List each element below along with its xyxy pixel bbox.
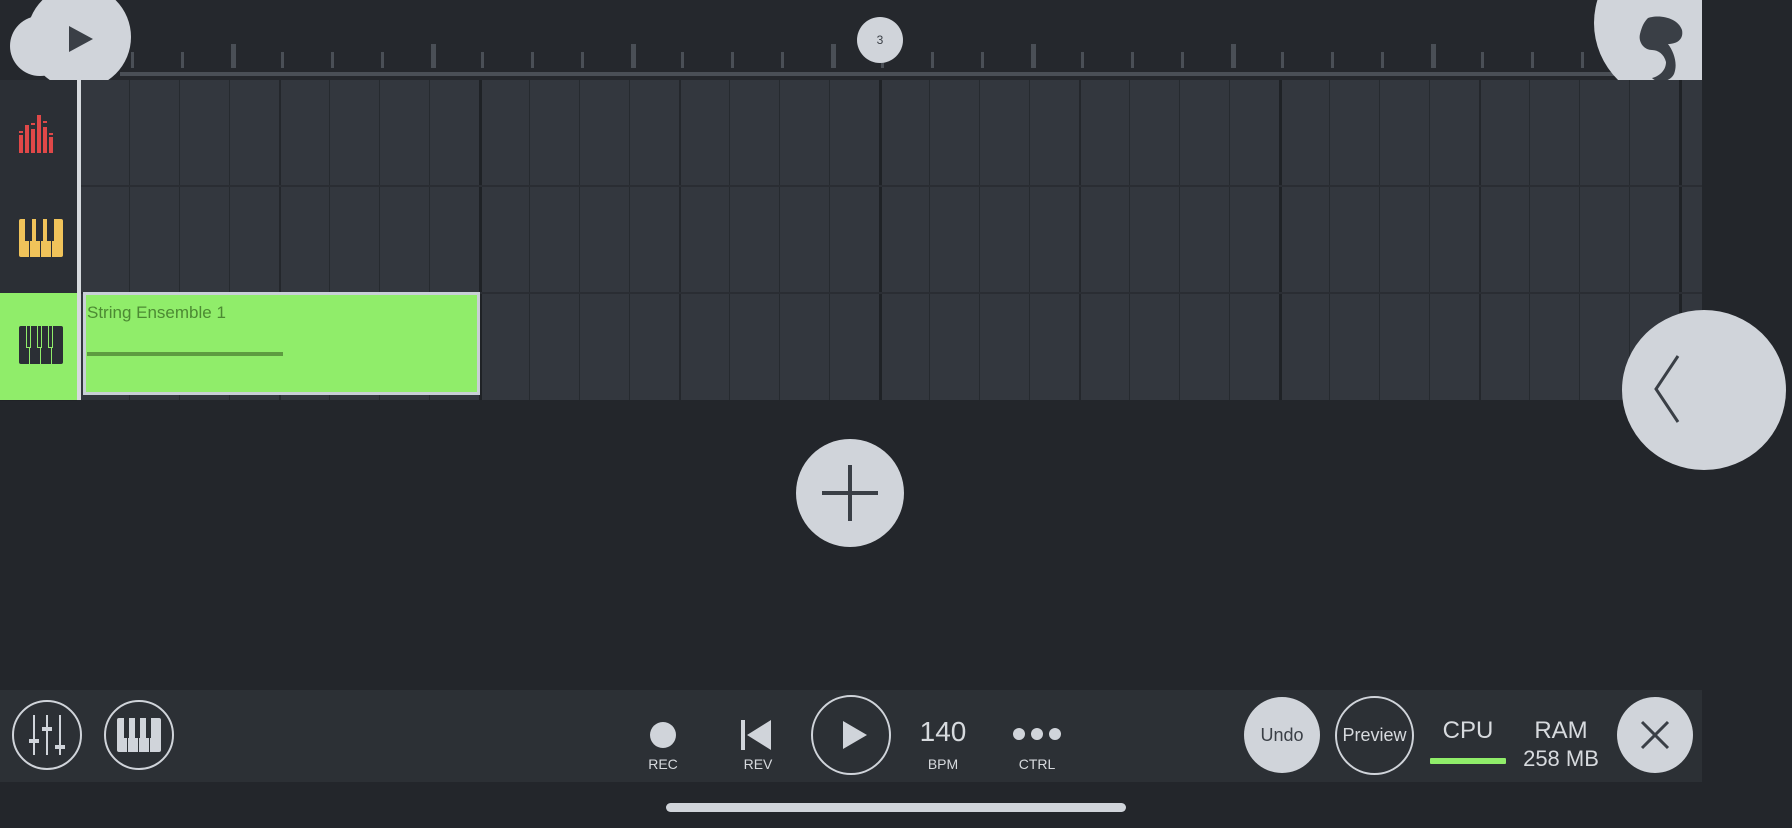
ruler-tick <box>631 44 636 68</box>
preview-button[interactable]: Preview <box>1335 696 1414 775</box>
bpm-label: BPM <box>927 756 959 772</box>
ruler-tick <box>1381 52 1384 68</box>
add-track-button[interactable] <box>796 439 904 547</box>
grid-line <box>1429 80 1430 400</box>
mixer-bars-icon <box>19 115 53 153</box>
ruler-tick <box>1531 52 1534 68</box>
ruler-tick <box>1581 52 1584 68</box>
grid-line <box>1629 80 1630 400</box>
ruler-tick <box>931 52 934 68</box>
ruler-tick <box>831 44 836 68</box>
grid-line <box>929 80 930 400</box>
ruler-tick <box>1031 44 1036 68</box>
grid-line <box>979 80 980 400</box>
playhead[interactable] <box>77 80 81 400</box>
grid-line <box>529 80 530 400</box>
clip-label: String Ensemble 1 <box>87 303 226 322</box>
ruler-tick <box>231 44 236 68</box>
piano-keys-icon <box>117 718 161 752</box>
ruler-tick <box>481 52 484 68</box>
grid-line <box>729 80 730 400</box>
grid-line <box>1579 80 1580 400</box>
ruler-tick <box>1181 52 1184 68</box>
grid-line <box>1479 80 1481 400</box>
grid-line <box>779 80 780 400</box>
rec-label: REC <box>648 756 678 772</box>
position-marker[interactable]: 3 <box>857 17 903 63</box>
ruler-tick <box>1331 52 1334 68</box>
track-header-2[interactable] <box>0 186 77 294</box>
ruler-tick <box>1481 52 1484 68</box>
grid-line <box>1279 80 1282 400</box>
piano-keys-icon <box>19 326 63 364</box>
ruler-tick <box>1131 52 1134 68</box>
ruler-tick <box>1281 52 1284 68</box>
ruler-tick <box>131 52 134 68</box>
grid-line <box>879 80 882 400</box>
ruler-tick <box>431 44 436 68</box>
close-icon <box>1640 720 1670 750</box>
collapse-panel-button[interactable] <box>1622 310 1786 470</box>
ruler-baseline <box>120 72 1630 76</box>
record-button[interactable] <box>650 722 676 748</box>
play-icon <box>69 26 93 52</box>
ram-value: 258 MB <box>1523 746 1599 771</box>
home-indicator[interactable] <box>666 803 1126 812</box>
grid-line <box>679 80 681 400</box>
ruler-tick <box>731 52 734 68</box>
ruler-tick <box>981 52 984 68</box>
piano-keys-icon <box>19 219 63 257</box>
close-button[interactable] <box>1617 697 1693 773</box>
grid-line <box>579 80 580 400</box>
ruler-tick <box>681 52 684 68</box>
grid-line <box>829 80 830 400</box>
ram-label: RAM <box>1534 717 1588 744</box>
ruler-tick <box>581 52 584 68</box>
chevron-left-icon <box>1654 355 1680 423</box>
mixer-button[interactable] <box>12 700 82 770</box>
mixer-sliders-icon <box>29 715 65 755</box>
grid-line <box>1179 80 1180 400</box>
grid-line <box>1079 80 1081 400</box>
more-dots-icon[interactable] <box>1012 727 1062 741</box>
ruler-tick <box>381 52 384 68</box>
ruler-tick <box>781 52 784 68</box>
piano-roll-button[interactable] <box>104 700 174 770</box>
clip-note-bar <box>87 352 283 356</box>
track-header-1[interactable] <box>0 80 77 188</box>
track-divider <box>81 185 1702 187</box>
play-icon <box>843 721 867 749</box>
grid-line <box>1379 80 1380 400</box>
transport-play-button[interactable] <box>811 695 891 775</box>
grid-line <box>1229 80 1230 400</box>
bpm-value[interactable]: 140 <box>903 716 983 748</box>
skip-back-icon[interactable] <box>741 720 773 750</box>
ruler-tick <box>331 52 334 68</box>
ruler-tick <box>281 52 284 68</box>
cpu-meter <box>1430 758 1506 764</box>
ruler-tick <box>181 52 184 68</box>
grid-line <box>1529 80 1530 400</box>
undo-button[interactable]: Undo <box>1244 697 1320 773</box>
track-header-3[interactable] <box>0 293 77 401</box>
plus-icon <box>822 465 878 521</box>
grid-line <box>1029 80 1030 400</box>
ruler-tick <box>1431 44 1436 68</box>
rev-label: REV <box>743 756 773 772</box>
fruit-logo-icon <box>1639 16 1683 82</box>
pattern-clip[interactable]: String Ensemble 1 <box>83 292 480 395</box>
ctrl-label: CTRL <box>1018 756 1056 772</box>
grid-line <box>1329 80 1330 400</box>
grid-line <box>629 80 630 400</box>
track-headers <box>0 80 77 401</box>
ruler-tick <box>1231 44 1236 68</box>
ruler-tick <box>531 52 534 68</box>
timeline-ruler[interactable] <box>0 0 1702 80</box>
grid-line <box>1129 80 1130 400</box>
ruler-tick <box>1081 52 1084 68</box>
cpu-label: CPU <box>1442 717 1494 744</box>
